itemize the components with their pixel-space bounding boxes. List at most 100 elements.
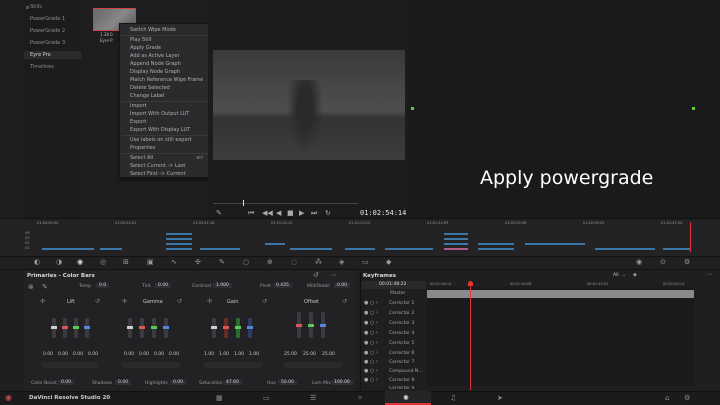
play-icon[interactable]: ▶: [299, 209, 304, 217]
keyframes-playhead[interactable]: [470, 282, 471, 390]
reset-icon[interactable]: ↺: [313, 271, 319, 279]
timeline-playhead[interactable]: [690, 222, 691, 252]
menu-item[interactable]: Import: [130, 103, 147, 109]
timeline-clip[interactable]: [478, 248, 514, 250]
timeline-clip[interactable]: [444, 243, 468, 245]
timeline-clip[interactable]: [345, 248, 375, 250]
gain-r-slider[interactable]: [223, 318, 229, 338]
media-page-icon[interactable]: ▦: [216, 394, 223, 402]
keyframe-filter[interactable]: All: [613, 273, 619, 278]
timeline-clip[interactable]: [444, 233, 468, 235]
gear-icon[interactable]: ⚙: [684, 394, 690, 402]
album-item[interactable]: PowerGrade 2: [30, 28, 65, 34]
gamma-b-slider[interactable]: [163, 318, 169, 338]
album-item[interactable]: Timelines: [30, 64, 54, 70]
album-item[interactable]: Stills: [30, 4, 42, 10]
rewind-icon[interactable]: ◀◀: [262, 209, 273, 217]
kf-row[interactable]: Corrector 1: [389, 301, 414, 306]
tint-value[interactable]: 0.00: [155, 283, 172, 288]
auto-balance-icon[interactable]: ⊗: [28, 283, 34, 291]
shadows-value[interactable]: 0.00: [115, 380, 132, 385]
timeline-clip[interactable]: [525, 243, 585, 245]
playhead-handle[interactable]: [468, 281, 473, 286]
album-item[interactable]: PowerGrade 1: [30, 16, 65, 22]
saturation-value[interactable]: 47.60: [223, 380, 242, 385]
gamma-value[interactable]: 0.00: [124, 352, 134, 357]
color-match-icon[interactable]: ◑: [56, 258, 62, 266]
gamma-r-slider[interactable]: [139, 318, 145, 338]
timeline-clip[interactable]: [595, 248, 655, 250]
keyframe-icon[interactable]: ◆: [633, 272, 637, 278]
menu-item[interactable]: Switch Wipe Mode: [130, 27, 176, 33]
lift-master-wheel[interactable]: [42, 362, 98, 368]
mid-detail-value[interactable]: 0.00: [334, 283, 351, 288]
lift-value[interactable]: 0.00: [58, 352, 68, 357]
pencil-icon[interactable]: ✎: [216, 209, 222, 217]
next-clip-icon[interactable]: ⏭: [311, 209, 317, 218]
hue-value[interactable]: 50.00: [278, 380, 297, 385]
settings-icon[interactable]: ⚙: [684, 258, 690, 266]
timeline-clip-selected[interactable]: [444, 248, 468, 250]
timeline-clip[interactable]: [166, 248, 192, 250]
gain-b-slider[interactable]: [247, 318, 253, 338]
offset-master-wheel[interactable]: [284, 362, 342, 368]
pivot-value[interactable]: 0.435: [273, 283, 292, 288]
timeline-clip[interactable]: [166, 238, 192, 240]
rgb-mixer-icon[interactable]: ⊞: [123, 258, 129, 266]
lift-value[interactable]: 0.00: [88, 352, 98, 357]
stop-icon[interactable]: ■: [287, 209, 294, 217]
window-icon[interactable]: ○: [243, 258, 249, 266]
kf-row[interactable]: Corrector 5: [389, 341, 414, 346]
menu-item[interactable]: Import With Output LUT: [130, 111, 189, 117]
contrast-value[interactable]: 1.000: [213, 283, 232, 288]
kf-row[interactable]: Corrector 9: [389, 386, 414, 390]
chevron-down-icon[interactable]: ⌄: [622, 272, 626, 278]
reverse-play-icon[interactable]: ◀: [276, 209, 281, 217]
cut-page-icon[interactable]: ▭: [263, 394, 270, 402]
gain-value[interactable]: 1.00: [249, 352, 259, 357]
lift-r-slider[interactable]: [62, 318, 68, 338]
curves-icon[interactable]: ∿: [171, 258, 177, 266]
color-wheels-icon[interactable]: ◉: [77, 258, 83, 266]
fairlight-page-icon[interactable]: ♫: [450, 394, 456, 402]
gamma-value[interactable]: 0.00: [169, 352, 179, 357]
lift-value[interactable]: 0.00: [43, 352, 53, 357]
gamma-g-slider[interactable]: [151, 318, 157, 338]
crosshair-icon[interactable]: ✣: [207, 298, 212, 305]
fusion-page-icon[interactable]: ✧: [357, 394, 363, 402]
tracker-icon[interactable]: ⊕: [267, 258, 273, 266]
qualifier-icon[interactable]: ✎: [219, 258, 225, 266]
timeline-clip[interactable]: [478, 243, 514, 245]
deliver-page-icon[interactable]: ➤: [497, 394, 503, 402]
menu-item[interactable]: Add as Active Layer: [130, 53, 180, 59]
color-boost-value[interactable]: 0.00: [58, 380, 75, 385]
menu-item[interactable]: Properties: [130, 145, 155, 151]
menu-item[interactable]: Match Reference Wipe Frame: [130, 77, 203, 83]
reset-wheel-icon[interactable]: ↺: [262, 298, 267, 305]
crosshair-icon[interactable]: ✣: [122, 298, 127, 305]
picker-icon[interactable]: ✎: [42, 283, 48, 291]
kf-row-master[interactable]: Master: [390, 291, 405, 296]
album-item-active[interactable]: Eyre Pro: [24, 51, 81, 59]
blur-icon[interactable]: ⁂: [315, 258, 322, 266]
key-icon[interactable]: ◈: [339, 258, 344, 266]
offset-value[interactable]: 25.00: [284, 352, 297, 357]
menu-item-apply-grade[interactable]: Apply Grade: [130, 45, 161, 51]
prev-clip-icon[interactable]: ⏮: [248, 209, 254, 218]
3d-icon[interactable]: ◆: [386, 258, 391, 266]
gamma-y-slider[interactable]: [127, 318, 133, 338]
timeline-clip[interactable]: [166, 233, 192, 235]
menu-item[interactable]: Play Still: [130, 37, 151, 43]
offset-value[interactable]: 25.00: [303, 352, 316, 357]
reset-wheel-icon[interactable]: ↺: [177, 298, 182, 305]
gain-y-slider[interactable]: [211, 318, 217, 338]
gamma-value[interactable]: 0.00: [139, 352, 149, 357]
menu-item[interactable]: Select First -> Current: [130, 171, 186, 177]
temp-value[interactable]: 0.0: [96, 283, 110, 288]
color-warper-icon[interactable]: ✣: [195, 258, 201, 266]
lift-g-slider[interactable]: [73, 318, 79, 338]
gain-value[interactable]: 1.00: [219, 352, 229, 357]
reset-wheel-icon[interactable]: ↺: [342, 298, 347, 305]
edit-page-icon[interactable]: ☰: [310, 394, 316, 402]
highlights-value[interactable]: 0.00: [170, 380, 187, 385]
